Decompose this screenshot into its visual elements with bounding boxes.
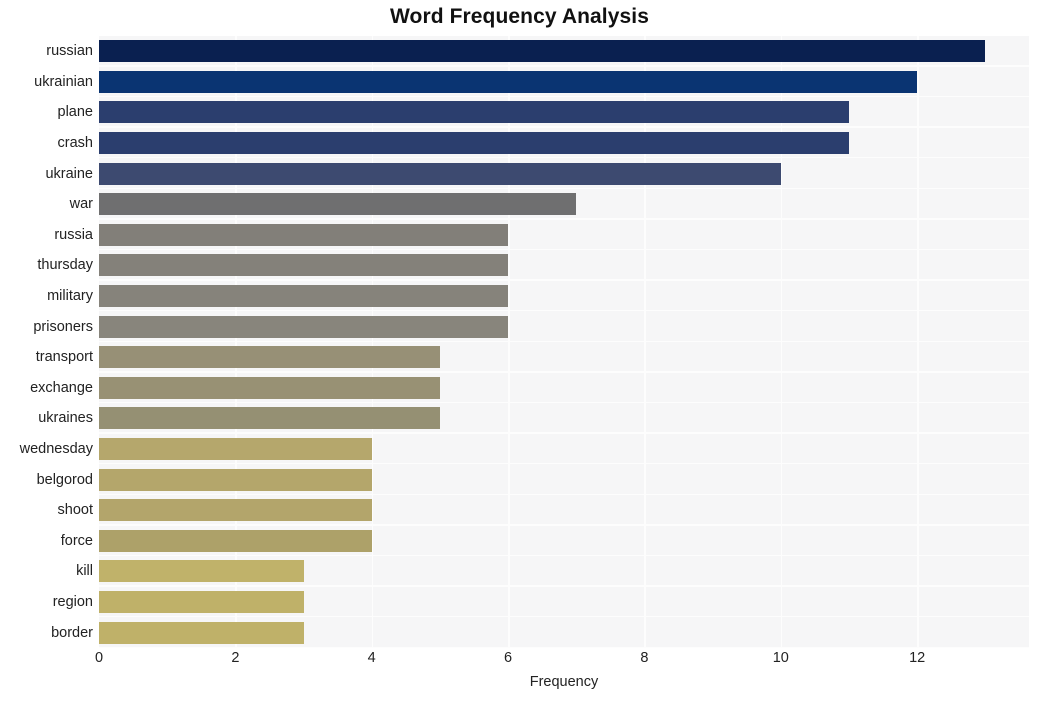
bar-russia[interactable] (99, 223, 509, 246)
y-tick-label-kill: kill (76, 563, 93, 580)
x-axis-tick-labels: 0 2 4 6 8 10 12 (0, 650, 1039, 674)
bar-ukraines[interactable] (99, 407, 440, 430)
bar-row[interactable] (99, 220, 509, 251)
bar-transport[interactable] (99, 346, 440, 369)
plot-area (99, 36, 1029, 648)
y-tick-label-ukraines: ukraines (38, 410, 93, 427)
x-tick-label-6: 6 (504, 650, 513, 666)
y-tick-label-exchange: exchange (30, 379, 93, 396)
bar-row[interactable] (99, 189, 577, 220)
bar-row[interactable] (99, 342, 440, 373)
y-tick-label-ukrainian: ukrainian (34, 73, 93, 90)
y-tick-label-ukraine: ukraine (45, 165, 93, 182)
bar-row[interactable] (99, 281, 509, 312)
bar-row[interactable] (99, 495, 372, 526)
bar-region[interactable] (99, 591, 304, 614)
bar-crash[interactable] (99, 132, 849, 155)
y-tick-label-force: force (60, 532, 93, 549)
y-tick-label-russian: russian (46, 43, 93, 60)
bar-force[interactable] (99, 529, 372, 552)
bar-row[interactable] (99, 311, 509, 342)
bar-russian[interactable] (99, 40, 986, 63)
y-axis-tick-labels: russian ukrainian plane crash ukraine war russ… (0, 36, 93, 648)
x-tick-label-2: 2 (231, 650, 240, 666)
y-tick-label-border: border (51, 624, 93, 641)
bar-row[interactable] (99, 67, 918, 98)
row-separator (99, 646, 1029, 648)
word-frequency-bar-chart: Word Frequency Analysis russian ukrainian… (0, 0, 1039, 701)
bar-row[interactable] (99, 464, 372, 495)
bar-series (99, 36, 1029, 648)
bar-row[interactable] (99, 250, 509, 281)
x-tick-label-10: 10 (772, 650, 789, 666)
y-tick-label-russia: russia (54, 226, 93, 243)
bar-ukrainian[interactable] (99, 70, 918, 93)
y-tick-label-military: military (47, 288, 93, 305)
bar-thursday[interactable] (99, 254, 509, 277)
y-tick-label-plane: plane (57, 104, 93, 121)
x-tick-label-8: 8 (640, 650, 649, 666)
bar-ukraine[interactable] (99, 162, 781, 185)
bar-prisoners[interactable] (99, 315, 509, 338)
bar-belgorod[interactable] (99, 468, 372, 491)
chart-title: Word Frequency Analysis (389, 5, 650, 28)
bar-row[interactable] (99, 158, 781, 189)
bar-plane[interactable] (99, 101, 849, 124)
x-tick-label-4: 4 (367, 650, 376, 666)
y-tick-label-region: region (52, 594, 93, 611)
bar-shoot[interactable] (99, 499, 372, 522)
y-tick-label-prisoners: prisoners (33, 318, 93, 335)
bar-military[interactable] (99, 285, 509, 308)
y-tick-label-shoot: shoot (57, 502, 93, 519)
y-tick-label-wednesday: wednesday (19, 441, 93, 458)
y-tick-label-war: war (69, 196, 93, 213)
bar-row[interactable] (99, 97, 849, 128)
y-tick-label-belgorod: belgorod (36, 471, 93, 488)
bar-kill[interactable] (99, 560, 304, 583)
bar-war[interactable] (99, 193, 577, 216)
x-tick-label-0: 0 (94, 650, 104, 666)
x-tick-label-12: 12 (909, 650, 926, 666)
bar-row[interactable] (99, 434, 372, 465)
bar-row[interactable] (99, 128, 849, 159)
bar-border[interactable] (99, 621, 304, 644)
bar-row[interactable] (99, 36, 986, 67)
y-tick-label-transport: transport (35, 349, 93, 366)
bar-wednesday[interactable] (99, 438, 372, 461)
bar-exchange[interactable] (99, 376, 440, 399)
bar-row[interactable] (99, 617, 304, 648)
bar-row[interactable] (99, 526, 372, 557)
y-tick-label-crash: crash (57, 135, 93, 152)
bar-row[interactable] (99, 403, 440, 434)
x-axis-title: Frequency (529, 674, 599, 690)
bar-row[interactable] (99, 587, 304, 618)
bar-row[interactable] (99, 373, 440, 404)
y-tick-label-thursday: thursday (37, 257, 93, 274)
bar-row[interactable] (99, 556, 304, 587)
